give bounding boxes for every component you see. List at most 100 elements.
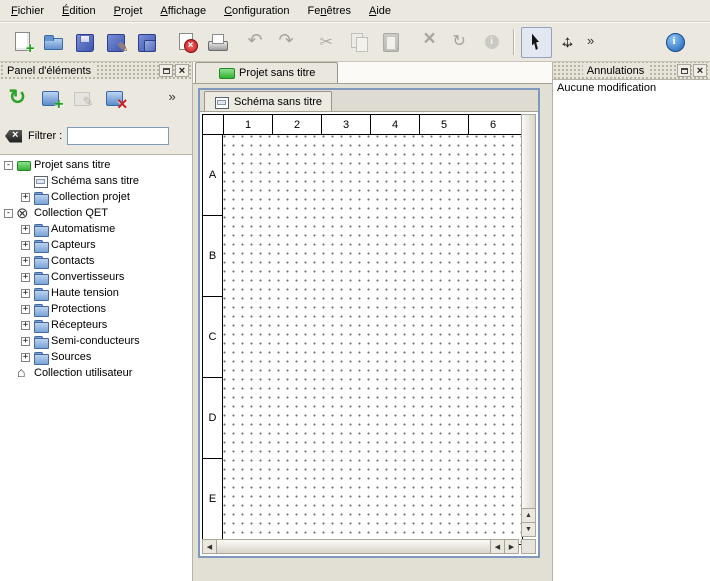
panel-overflow-button[interactable]: [159, 84, 188, 113]
scroll-right-button[interactable]: [504, 540, 518, 553]
elements-panel-titlebar[interactable]: Panel d'éléments: [0, 62, 192, 79]
about-qet-button[interactable]: [659, 27, 690, 58]
tree-item-label: Collection utilisateur: [34, 367, 132, 379]
tab-projet-sans-titre[interactable]: Projet sans titre: [195, 62, 338, 83]
reload-collections-button[interactable]: [4, 84, 33, 113]
tree-item-sources[interactable]: +Sources: [0, 349, 192, 365]
tree-item-convertisseurs[interactable]: + Convertisseurs: [0, 269, 192, 285]
about-icon: [664, 31, 686, 53]
vertical-scrollbar[interactable]: [521, 114, 536, 537]
undo-panel-title: Annulations: [583, 65, 649, 77]
tree-item-capteurs[interactable]: +Capteurs: [0, 237, 192, 253]
vscroll-thumb[interactable]: [522, 115, 535, 508]
undo-panel-dock: Annulations Aucune modification: [552, 62, 710, 581]
tree-expander-minus[interactable]: -: [4, 209, 13, 218]
redo-button: [272, 27, 303, 58]
tree-item-label: Collection projet: [51, 191, 130, 203]
tree-item-label: Contacts: [51, 255, 94, 267]
menu-affichage[interactable]: Affichage: [151, 2, 215, 20]
tree-expander-plus[interactable]: +: [21, 273, 30, 282]
close-undo-panel-button[interactable]: [693, 64, 707, 77]
tree-item-label: Convertisseurs: [51, 271, 124, 283]
elements-panel-dock: Panel d'éléments Filtrer : -Projet sans …: [0, 62, 193, 581]
select-mode-button[interactable]: [521, 27, 552, 58]
horizontal-scrollbar[interactable]: [202, 539, 519, 554]
tree-item-collection-utilisateur[interactable]: Collection utilisateur: [0, 365, 192, 381]
tree-item-projet-sans-titre[interactable]: -Projet sans titre: [0, 157, 192, 173]
tree-expander-plus[interactable]: +: [21, 353, 30, 362]
float-panel-button[interactable]: [159, 64, 173, 77]
close-file-button[interactable]: [170, 27, 201, 58]
tree-expander-plus[interactable]: +: [21, 321, 30, 330]
scrollbar-corner: [521, 539, 536, 554]
tree-expander-plus[interactable]: +: [21, 337, 30, 346]
row-headers: ABCDE: [203, 135, 223, 544]
row-header-e: E: [203, 459, 222, 540]
menu-configuration[interactable]: Configuration: [215, 2, 298, 20]
float-icon: [163, 68, 170, 74]
tree-expander-plus[interactable]: +: [21, 257, 30, 266]
save-file-as-icon: [104, 31, 126, 53]
float-icon: [681, 68, 688, 74]
menu-fichier[interactable]: Fichier: [2, 2, 53, 20]
project-icon: [218, 66, 233, 80]
new-element-button[interactable]: [36, 84, 65, 113]
print-icon: [206, 31, 228, 53]
float-undo-panel-button[interactable]: [677, 64, 691, 77]
print-button[interactable]: [201, 27, 232, 58]
tree-expander-plus[interactable]: +: [21, 289, 30, 298]
diagram-sheet: 123456 ABCDE: [202, 114, 523, 545]
hscroll-thumb[interactable]: [217, 540, 490, 553]
close-panel-button[interactable]: [175, 64, 189, 77]
tree-item-recepteurs[interactable]: +Récepteurs: [0, 317, 192, 333]
filter-input[interactable]: [67, 127, 169, 145]
diagram-grid[interactable]: [223, 135, 522, 544]
scroll-down-button[interactable]: [522, 522, 535, 536]
folder-icon: [33, 334, 48, 348]
tree-expander-plus[interactable]: +: [21, 305, 30, 314]
scroll-left-button[interactable]: [203, 540, 217, 553]
tree-item-protections[interactable]: +Protections: [0, 301, 192, 317]
tree-expander-plus[interactable]: +: [21, 193, 30, 202]
delete-element-icon: [104, 87, 126, 109]
tree-item-contacts[interactable]: + Contacts: [0, 253, 192, 269]
filter-row: Filtrer :: [0, 125, 192, 147]
undo-button: [241, 27, 272, 58]
undo-item-aucune-modification[interactable]: Aucune modification: [553, 80, 710, 96]
toolbar-overflow-button[interactable]: [583, 27, 601, 58]
tree-expander-plus[interactable]: +: [21, 225, 30, 234]
project-tab-label: Projet sans titre: [239, 67, 315, 79]
tree-item-collection-qet[interactable]: -Collection QET: [0, 205, 192, 221]
menu-aide[interactable]: Aide: [360, 2, 400, 20]
clear-filter-icon[interactable]: [5, 129, 23, 144]
undo-panel-titlebar[interactable]: Annulations: [553, 62, 710, 79]
new-file-button[interactable]: [6, 27, 37, 58]
open-file-icon: [42, 31, 64, 53]
menu-edition[interactable]: Édition: [53, 2, 105, 20]
tree-expander-plus[interactable]: +: [21, 241, 30, 250]
tree-item-haute-tension[interactable]: +Haute tension: [0, 285, 192, 301]
menu-fenetres[interactable]: Fenêtres: [299, 2, 360, 20]
tree-item-automatisme[interactable]: +Automatisme: [0, 221, 192, 237]
tab-schema-sans-titre[interactable]: Schéma sans titre: [204, 91, 332, 111]
tree-item-collection-projet[interactable]: + Collection projet: [0, 189, 192, 205]
tree-expander-minus[interactable]: -: [4, 161, 13, 170]
undo-icon: [246, 31, 268, 53]
scroll-left-button-2[interactable]: [490, 540, 504, 553]
diagram-viewport[interactable]: 123456 ABCDE: [200, 112, 538, 556]
save-file-as-button[interactable]: [99, 27, 130, 58]
tree-item-semi-conducteurs[interactable]: +Semi-conducteurs: [0, 333, 192, 349]
tree-item-schema-sans-titre[interactable]: Schéma sans titre: [0, 173, 192, 189]
open-file-button[interactable]: [37, 27, 68, 58]
delete-element-button[interactable]: [100, 84, 129, 113]
paste-icon: [379, 31, 401, 53]
redo-icon: [277, 31, 299, 53]
new-element-icon: [40, 87, 62, 109]
save-file-button[interactable]: [68, 27, 99, 58]
column-header-2: 2: [272, 115, 321, 134]
menu-projet[interactable]: Projet: [105, 2, 152, 20]
pan-mode-button[interactable]: [552, 27, 583, 58]
scroll-up-button[interactable]: [522, 508, 535, 522]
save-all-button[interactable]: [130, 27, 161, 58]
overflow-icon: [168, 87, 180, 109]
